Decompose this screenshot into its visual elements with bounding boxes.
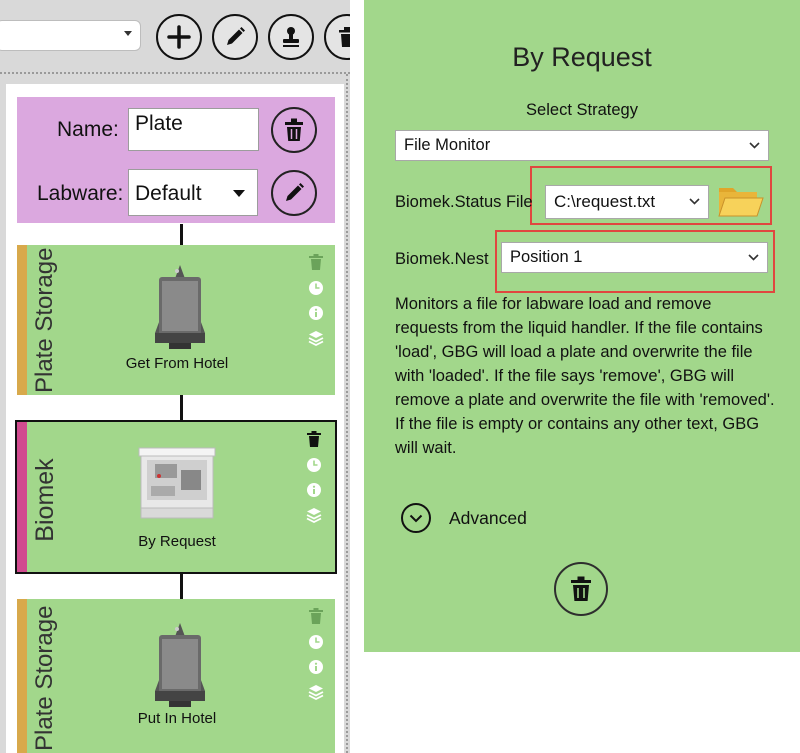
step-card[interactable]: Plate Storage Get From Hotel [17,245,335,395]
plus-icon [167,25,191,49]
step-actions [307,607,325,700]
toolbar-divider [0,72,350,74]
delete-plate-button[interactable] [271,107,317,153]
trash-icon[interactable] [306,430,322,448]
info-icon[interactable] [308,305,324,321]
info-icon[interactable] [306,482,322,498]
hotel-device-icon [155,265,205,349]
chevron-down-icon [748,253,759,261]
nest-label: Biomek.Nest [395,250,489,268]
step-name: By Request [138,533,216,550]
delete-step-button[interactable] [554,562,608,616]
step-actions [305,430,323,523]
pencil-icon [286,183,304,201]
process-editor-panel: Name: Plate Labware: Default Plate Stora… [0,0,350,753]
labware-label: Labware: [37,182,124,205]
labware-select[interactable]: Default [128,169,258,216]
trash-icon[interactable] [308,253,324,271]
edit-button[interactable] [212,14,258,60]
strategy-value: File Monitor [404,136,491,154]
edit-labware-button[interactable] [271,170,317,216]
folder-browse-icon[interactable] [716,182,764,220]
clock-icon[interactable] [308,280,324,296]
nest-value: Position 1 [510,248,583,266]
dropdown-arrow-icon [124,31,132,36]
hotel-device-icon [155,623,205,707]
step-properties-panel: By Request Select Strategy File Monitor … [364,0,800,652]
chevron-down-icon [409,514,423,522]
advanced-toggle-button[interactable] [401,503,431,533]
labware-value: Default [135,182,202,205]
step-actions [307,253,325,346]
trash-icon [285,118,303,141]
add-button[interactable] [156,14,202,60]
nest-select[interactable]: Position 1 [501,242,768,273]
plate-name-input[interactable]: Plate [128,108,259,151]
process-combo-box[interactable] [0,20,141,51]
step-color-stripe [17,422,27,572]
layers-icon[interactable] [306,507,322,523]
stamp-button[interactable] [268,14,314,60]
step-card-selected[interactable]: Biomek By Request [15,420,337,574]
advanced-label: Advanced [449,508,527,528]
trash-icon [339,27,350,47]
panel-title: By Request [512,42,652,72]
trash-icon [571,576,591,601]
layers-icon[interactable] [308,684,324,700]
clock-icon[interactable] [308,634,324,650]
step-group-label: Plate Storage [31,605,58,751]
pencil-icon [227,27,245,45]
biomek-device-icon [138,447,216,519]
info-icon[interactable] [308,659,324,675]
plate-card: Name: Plate Labware: Default [17,97,335,223]
status-file-value: C:\request.txt [554,192,656,211]
strategy-description: Monitors a file for labware load and rem… [395,295,775,457]
layers-icon[interactable] [308,330,324,346]
step-color-stripe [17,245,27,395]
plate-name-label: Name: [57,118,119,141]
process-canvas: Name: Plate Labware: Default Plate Stora… [6,84,344,753]
step-group-label: Biomek [31,458,59,542]
step-color-stripe [17,599,27,753]
step-card[interactable]: Plate Storage Put In Hotel [17,599,335,753]
delete-process-button[interactable] [324,14,350,60]
clock-icon[interactable] [306,457,322,473]
step-name: Put In Hotel [137,710,217,727]
panel-divider [346,74,348,753]
chevron-down-icon [749,141,760,149]
chevron-down-icon [689,198,700,205]
step-name: Get From Hotel [125,355,229,372]
status-file-select[interactable]: C:\request.txt [545,185,709,219]
select-strategy-label: Select Strategy [526,101,638,119]
dropdown-arrow-icon [233,190,245,197]
stamp-icon [283,27,299,47]
toolbar [0,0,350,72]
strategy-select[interactable]: File Monitor [395,130,769,161]
step-group-label: Plate Storage [31,247,58,393]
status-file-label: Biomek.Status File [395,193,533,211]
trash-icon[interactable] [308,607,324,625]
